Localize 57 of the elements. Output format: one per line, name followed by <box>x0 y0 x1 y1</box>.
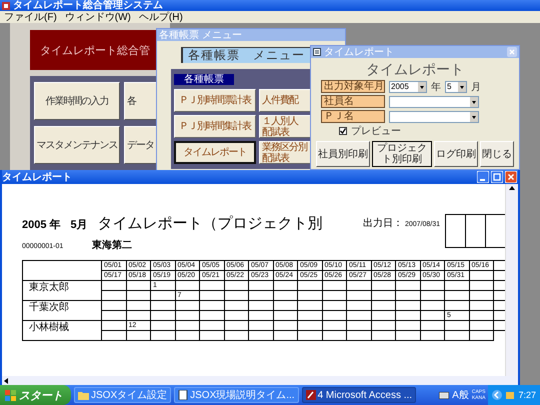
vertical-scrollbar[interactable] <box>505 184 518 376</box>
employee-name-cell: 小林樹械 <box>22 320 102 340</box>
report-button[interactable]: タイムレポート <box>174 141 256 164</box>
document-icon <box>178 390 188 400</box>
project-select[interactable] <box>389 110 479 122</box>
stamp-box <box>445 214 466 248</box>
menu-item[interactable]: ヘルプ(H) <box>138 12 183 22</box>
minimize-icon[interactable] <box>477 171 489 183</box>
print-button[interactable]: ログ印刷 <box>434 141 478 167</box>
employee-name-cell: 東京太郎 <box>22 280 102 300</box>
horizontal-scrollbar[interactable] <box>2 376 518 385</box>
print-button[interactable]: 閉じる <box>480 141 514 167</box>
output-date-label: 出力日： <box>362 216 403 230</box>
chevron-icon[interactable] <box>492 390 502 400</box>
close-icon[interactable] <box>505 171 517 183</box>
year-select[interactable]: 2005 <box>389 80 427 92</box>
field-label: 出力対象年月 <box>321 80 385 93</box>
employee-name-cell: 千葉次郎 <box>22 300 102 320</box>
employee-select[interactable] <box>389 96 479 108</box>
window-title: タイムレポート <box>2 171 72 184</box>
banner-title: タイムレポート総合管 <box>40 44 150 58</box>
clock: 7:27 <box>518 390 536 400</box>
taskbar-button[interactable]: 4 Microsoft Access ... <box>302 387 416 403</box>
ime-indicator[interactable]: A般 <box>452 388 469 402</box>
stamp-box <box>465 214 486 248</box>
tray-icon[interactable] <box>505 390 516 400</box>
maximize-icon[interactable] <box>491 171 503 183</box>
print-button[interactable]: プロジェクト別印刷 <box>372 141 432 167</box>
dialog-heading: タイムレポート <box>365 61 465 77</box>
menu-button[interactable]: マスタメンテナンス <box>34 126 120 164</box>
menu-item[interactable]: ファイル(F) <box>4 12 57 22</box>
app-icon <box>2 2 10 10</box>
print-button[interactable]: 社員別印刷 <box>316 141 370 167</box>
form-icon <box>313 48 321 56</box>
menu-button[interactable]: 作業時間の入力 <box>34 82 120 120</box>
unit-label: 月 <box>471 80 481 94</box>
report-button[interactable]: ＰＪ別時間票計表 <box>174 89 256 112</box>
field-label: 社員名 <box>321 95 385 108</box>
report-year: 2005 年 <box>22 218 61 232</box>
keyboard-icon[interactable] <box>439 392 450 398</box>
report-button[interactable]: ＰＪ別時間集計表 <box>174 115 256 138</box>
checkbox-label: プレビュー <box>351 124 401 138</box>
report-title: タイムレポート（プロジェクト別 <box>98 214 323 233</box>
unit-label: 年 <box>431 80 441 94</box>
month-select[interactable]: 5 <box>445 80 467 92</box>
field-label: ＰＪ名 <box>321 110 385 123</box>
taskbar-button[interactable]: JSOXタイム設定 <box>74 387 172 403</box>
checkbox[interactable] <box>339 127 347 135</box>
taskbar-button[interactable]: JSOX現場説明タイム... <box>174 387 299 403</box>
window-title: 各種帳票 メニュー <box>159 30 242 40</box>
group-label: 各種帳票 <box>174 74 234 85</box>
folder-icon <box>78 390 89 400</box>
site-name: 東海第二 <box>92 238 132 252</box>
key-icon <box>306 390 316 400</box>
report-month: 5月 <box>70 218 88 232</box>
menu-item[interactable]: ウィンドウ(W) <box>64 12 131 22</box>
windows-flag-icon <box>5 390 16 400</box>
